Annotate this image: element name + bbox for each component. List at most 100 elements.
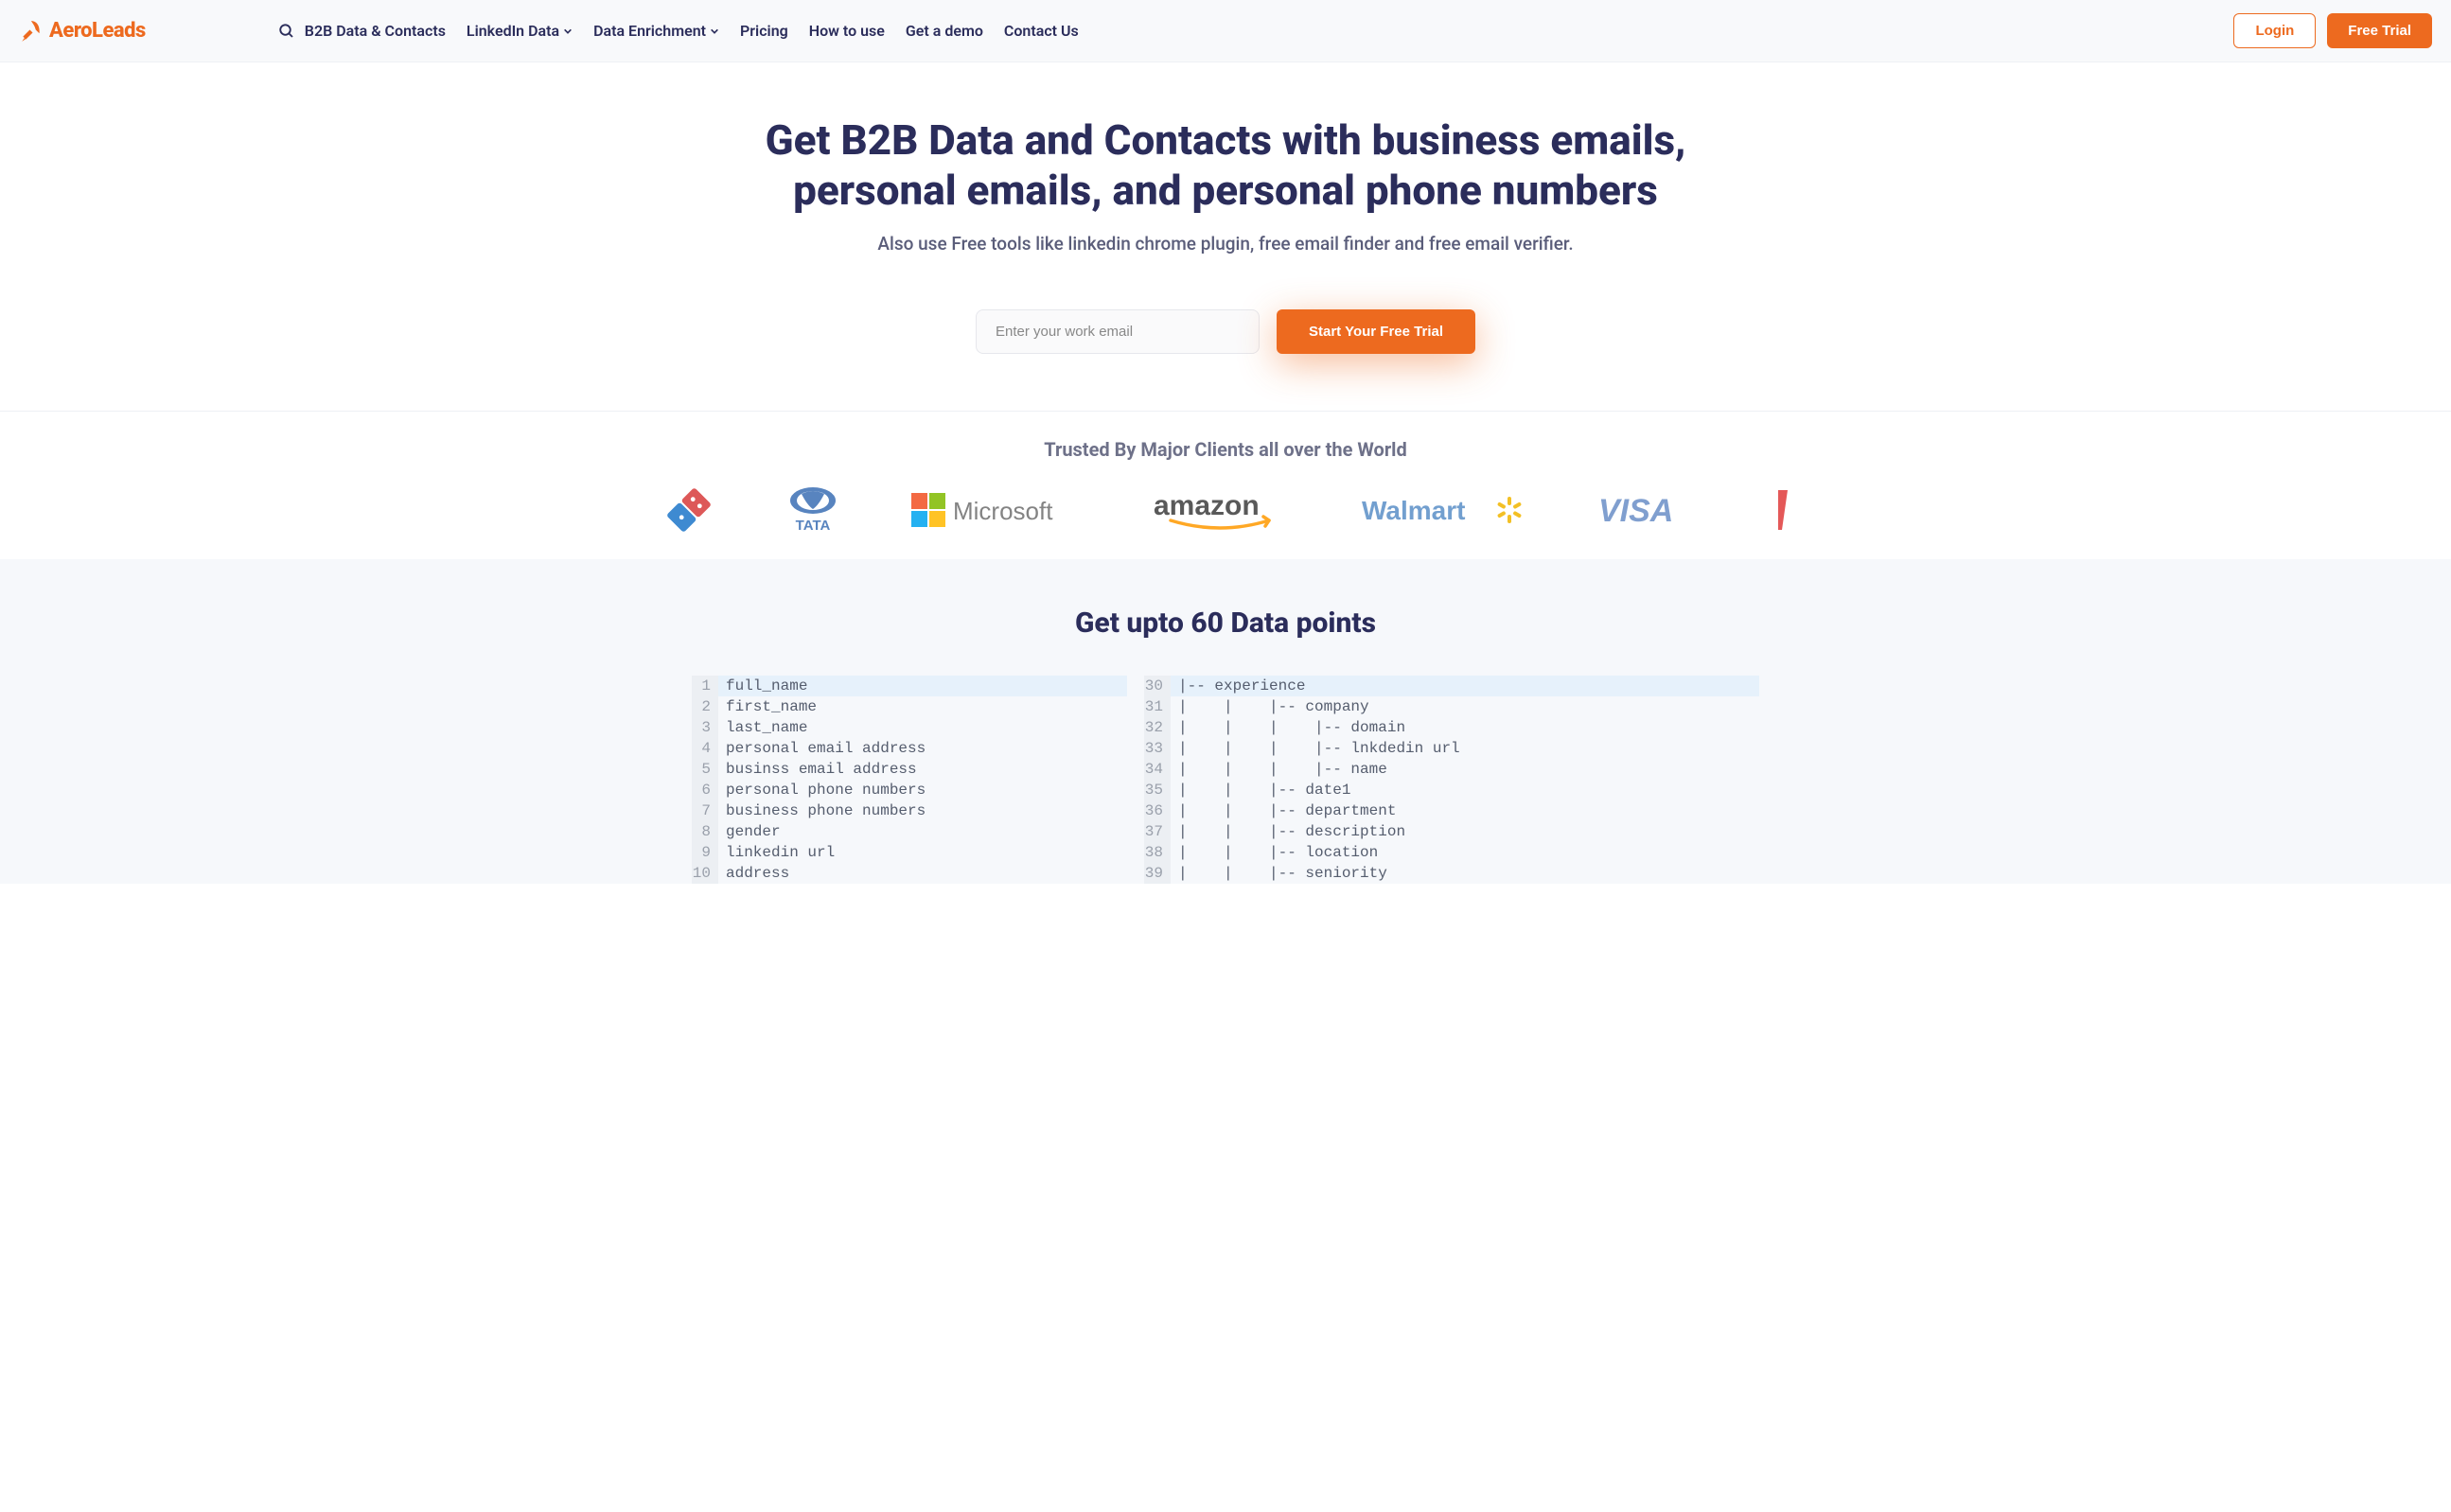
code-line: 8gender [692, 821, 1127, 842]
datapoints-section: Get upto 60 Data points 1full_name2first… [0, 559, 2451, 885]
nav-data-enrichment[interactable]: Data Enrichment [593, 22, 719, 40]
code-line: 3last_name [692, 717, 1127, 738]
brand-name: AeroLeads [49, 19, 146, 43]
code-line: 37| | |-- description [1144, 821, 1759, 842]
line-content: | | |-- company [1171, 696, 1369, 717]
line-content: | | | |-- domain [1171, 717, 1405, 738]
line-content: | | |-- seniority [1171, 863, 1387, 884]
header-left: AeroLeads B2B Data & Contacts LinkedIn D… [19, 19, 1079, 44]
line-content: | | |-- date1 [1171, 780, 1350, 800]
line-number: 31 [1144, 696, 1171, 717]
line-number: 35 [1144, 780, 1171, 800]
nav-label: LinkedIn Data [467, 22, 559, 40]
line-content: full_name [718, 676, 807, 696]
code-columns: 1full_name2first_name3last_name4personal… [658, 676, 1793, 885]
hero-subtitle: Also use Free tools like linkedin chrome… [19, 233, 2432, 255]
chevron-down-icon [710, 26, 719, 36]
client-logo-walmart: Walmart [1362, 489, 1532, 531]
line-number: 33 [1144, 738, 1171, 759]
line-content: | | |-- department [1171, 800, 1396, 821]
code-line: 30|-- experience [1144, 676, 1759, 696]
nav-label: Contact Us [1004, 22, 1079, 40]
client-logo-amazon: amazon [1154, 489, 1296, 531]
client-logo-partial [1778, 489, 1788, 531]
search-icon [278, 23, 295, 40]
line-number: 5 [692, 759, 718, 780]
nav-contact-us[interactable]: Contact Us [1004, 22, 1079, 40]
line-content: | | |-- description [1171, 821, 1405, 842]
code-line: 10address [692, 863, 1127, 884]
nav-b2b-data[interactable]: B2B Data & Contacts [278, 22, 446, 40]
nav-label: Data Enrichment [593, 22, 706, 40]
clients-heading: Trusted By Major Clients all over the Wo… [0, 438, 2451, 461]
code-line: 34| | | |-- name [1144, 759, 1759, 780]
svg-text:Microsoft: Microsoft [953, 497, 1053, 525]
code-line: 38| | |-- location [1144, 842, 1759, 863]
line-content: last_name [718, 717, 807, 738]
code-col-1: 1full_name2first_name3last_name4personal… [692, 676, 1127, 885]
line-number: 37 [1144, 821, 1171, 842]
client-logos: TATA Microsoft amazon Walmart VISA [0, 489, 2451, 531]
line-number: 34 [1144, 759, 1171, 780]
code-line: 7business phone numbers [692, 800, 1127, 821]
line-number: 39 [1144, 863, 1171, 884]
line-number: 8 [692, 821, 718, 842]
client-logo-visa: VISA [1598, 489, 1712, 531]
code-line: 1full_name [692, 676, 1127, 696]
nav-get-demo[interactable]: Get a demo [906, 22, 983, 40]
code-line: 31| | |-- company [1144, 696, 1759, 717]
line-number: 36 [1144, 800, 1171, 821]
signup-row: Start Your Free Trial [19, 309, 2432, 354]
clients-section: Trusted By Major Clients all over the Wo… [0, 411, 2451, 559]
hero-section: Get B2B Data and Contacts with business … [0, 62, 2451, 411]
code-line: 5businss email address [692, 759, 1127, 780]
line-number: 38 [1144, 842, 1171, 863]
client-logo-dominos [663, 489, 714, 531]
login-button[interactable]: Login [2233, 13, 2316, 48]
line-number: 2 [692, 696, 718, 717]
nav-label: Get a demo [906, 22, 983, 40]
line-content: linkedin url [718, 842, 835, 863]
line-content: gender [718, 821, 781, 842]
line-content: |-- experience [1171, 676, 1305, 696]
nav-label: B2B Data & Contacts [305, 22, 446, 40]
line-content: business phone numbers [718, 800, 926, 821]
nav-how-to-use[interactable]: How to use [809, 22, 885, 40]
code-line: 4personal email address [692, 738, 1127, 759]
line-number: 9 [692, 842, 718, 863]
code-line: 9linkedin url [692, 842, 1127, 863]
main-header: AeroLeads B2B Data & Contacts LinkedIn D… [0, 0, 2451, 62]
line-content: | | | |-- lnkdedin url [1171, 738, 1460, 759]
main-nav: B2B Data & Contacts LinkedIn Data Data E… [278, 22, 1079, 40]
svg-text:amazon: amazon [1154, 490, 1260, 521]
line-number: 6 [692, 780, 718, 800]
brand-logo[interactable]: AeroLeads [19, 19, 146, 44]
nav-pricing[interactable]: Pricing [740, 22, 788, 40]
line-number: 4 [692, 738, 718, 759]
datapoints-heading: Get upto 60 Data points [0, 607, 2451, 640]
code-line: 35| | |-- date1 [1144, 780, 1759, 800]
svg-text:TATA: TATA [796, 518, 831, 534]
line-content: businss email address [718, 759, 917, 780]
free-trial-button[interactable]: Free Trial [2327, 13, 2432, 48]
line-number: 10 [692, 863, 718, 884]
nav-label: How to use [809, 22, 885, 40]
line-content: personal phone numbers [718, 780, 926, 800]
line-content: | | | |-- name [1171, 759, 1387, 780]
chevron-down-icon [563, 26, 573, 36]
code-line: 32| | | |-- domain [1144, 717, 1759, 738]
line-number: 3 [692, 717, 718, 738]
start-trial-button[interactable]: Start Your Free Trial [1277, 309, 1475, 354]
line-content: first_name [718, 696, 817, 717]
hero-title: Get B2B Data and Contacts with business … [705, 115, 1746, 216]
nav-linkedin-data[interactable]: LinkedIn Data [467, 22, 573, 40]
code-line: 2first_name [692, 696, 1127, 717]
line-content: personal email address [718, 738, 926, 759]
code-line: 33| | | |-- lnkdedin url [1144, 738, 1759, 759]
work-email-input[interactable] [976, 309, 1260, 354]
line-number: 1 [692, 676, 718, 696]
line-content: address [718, 863, 789, 884]
rocket-icon [19, 19, 44, 44]
code-line: 36| | |-- department [1144, 800, 1759, 821]
line-number: 30 [1144, 676, 1171, 696]
